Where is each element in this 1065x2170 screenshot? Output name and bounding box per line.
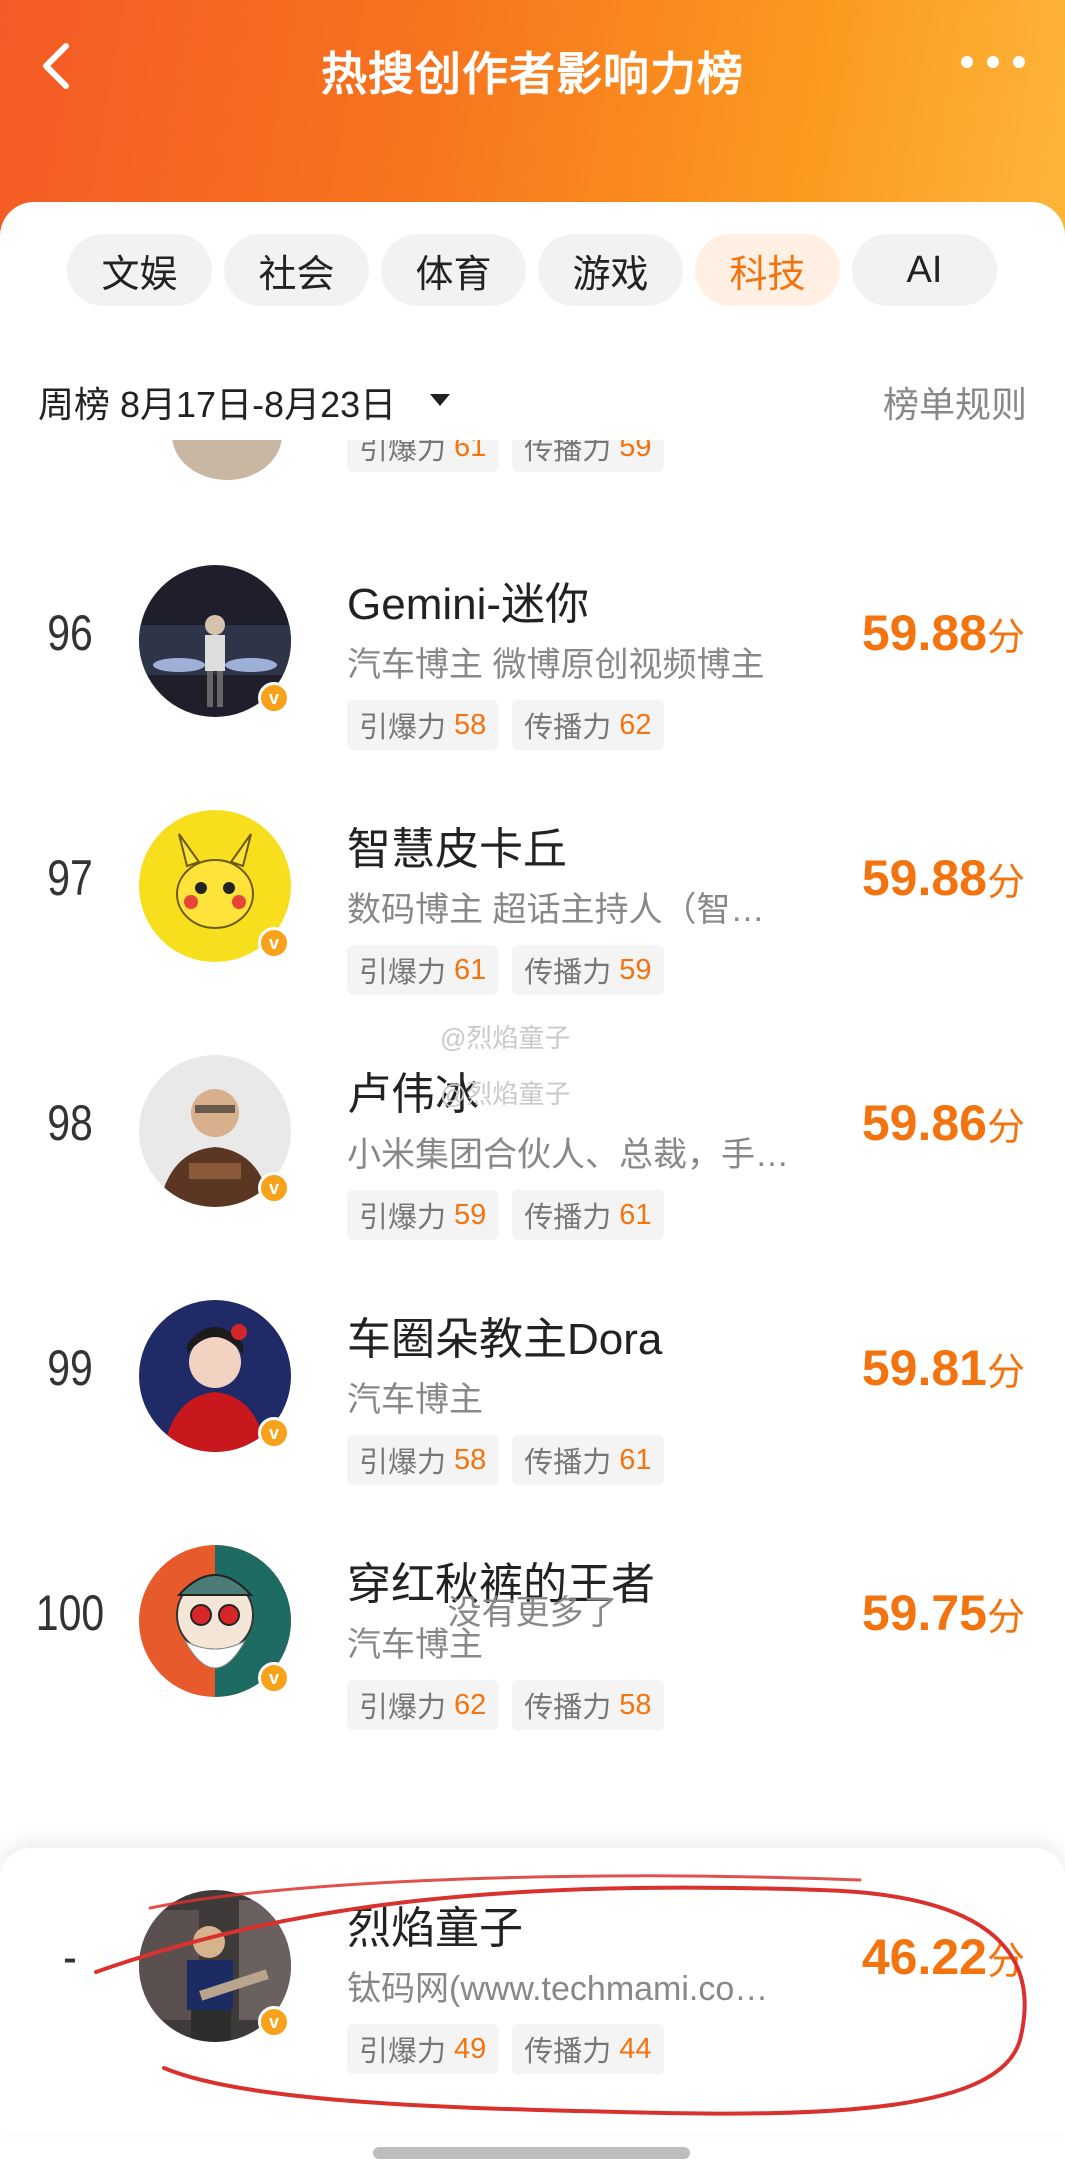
week-selector[interactable]: 周榜 8月17日-8月23日 <box>38 376 396 428</box>
creator-name: 车圈朵教主Dora <box>347 1315 663 1364</box>
spread-chip: 传播力 62 <box>512 700 664 750</box>
rules-link[interactable]: 榜单规则 <box>883 376 1027 428</box>
metric-chips: 引爆力 58 传播力 61 <box>347 1435 664 1485</box>
tab-entertainment[interactable]: 文娱 <box>67 234 212 306</box>
creator-name: 智慧皮卡丘 <box>347 825 567 874</box>
influence-score: 59.88分 <box>861 850 1025 906</box>
spread-chip: 传播力 59 <box>512 945 664 995</box>
burst-chip: 引爆力 59 <box>347 1190 499 1240</box>
verified-badge-icon: v <box>258 1172 290 1204</box>
creator-name: Gemini-迷你 <box>347 580 590 629</box>
creator-name: 烈焰童子 <box>347 1904 523 1953</box>
category-tabs: 文娱 社会 体育 游戏 科技 AI <box>67 234 997 306</box>
more-dot-icon <box>1013 56 1025 68</box>
list-item[interactable]: 96 v Gemini-迷你 汽车博主 微博原创视频博主 引爆力 58 传播力 62… <box>0 520 1065 760</box>
spread-chip: 传播力 44 <box>512 2024 664 2074</box>
spread-chip: 传播力 61 <box>512 1190 664 1240</box>
metric-chips: 引爆力 49 传播力 44 <box>347 2024 664 2074</box>
burst-chip: 引爆力 58 <box>347 1435 499 1485</box>
burst-chip: 引爆力 62 <box>347 1680 499 1730</box>
tab-sports[interactable]: 体育 <box>381 234 526 306</box>
rank-number: 99 <box>47 1340 93 1396</box>
burst-chip: 引爆力 61 <box>347 440 499 472</box>
tab-ai[interactable]: AI <box>852 234 997 306</box>
rank-number: 97 <box>47 850 93 906</box>
list-item[interactable]: 97 v 智慧皮卡丘 数码博主 超话主持人（智… 引爆力 61 传播力 59 59.… <box>0 765 1065 1005</box>
watermark: @烈焰童子 @烈焰童子 <box>440 1010 570 1122</box>
influence-score: 59.86分 <box>861 1095 1025 1151</box>
tab-games[interactable]: 游戏 <box>538 234 683 306</box>
verified-badge-icon: v <box>258 1417 290 1449</box>
home-indicator[interactable] <box>373 2147 690 2159</box>
tab-society[interactable]: 社会 <box>224 234 369 306</box>
creator-description: 数码博主 超话主持人（智… <box>347 891 765 929</box>
metric-chips: 引爆力 59 传播力 61 <box>347 1190 664 1240</box>
rank-number: 98 <box>47 1095 93 1151</box>
influence-score: 46.22分 <box>861 1929 1025 1985</box>
creator-description: 钛码网(www.techmami.co… <box>347 1970 769 2008</box>
list-item[interactable]: 99 v 车圈朵教主Dora 汽车博主 引爆力 58 传播力 61 59.81分 <box>0 1255 1065 1495</box>
metric-chips: 引爆力 58 传播力 62 <box>347 700 664 750</box>
creator-description: 汽车博主 微博原创视频博主 <box>347 646 765 684</box>
verified-badge-icon: v <box>258 1662 290 1694</box>
more-dot-icon <box>961 56 973 68</box>
spread-chip: 传播力 61 <box>512 1435 664 1485</box>
verified-badge-icon: v <box>258 927 290 959</box>
burst-chip: 引爆力 58 <box>347 700 499 750</box>
creator-description: 小米集团合伙人、总裁，手… <box>347 1136 789 1174</box>
burst-chip: 引爆力 49 <box>347 2024 499 2074</box>
week-filter-row: 周榜 8月17日-8月23日 榜单规则 <box>38 372 1027 432</box>
partial-chips: 引爆力 61 传播力 59 <box>347 440 664 472</box>
caret-down-icon[interactable] <box>430 394 450 406</box>
watermark-line: @烈焰童子 <box>440 1023 571 1053</box>
verified-badge-icon: v <box>258 2006 290 2038</box>
creator-description: 汽车博主 <box>347 1381 483 1419</box>
more-dot-icon <box>987 56 999 68</box>
verified-badge-icon: v <box>258 682 290 714</box>
spread-chip: 传播力 58 <box>512 1680 664 1730</box>
partial-row: 引爆力 61 传播力 59 <box>0 440 1065 490</box>
avatar <box>172 440 282 480</box>
influence-score: 59.88分 <box>861 605 1025 661</box>
my-ranking-card[interactable]: - v 烈焰童子 钛码网(www.techmami.co… 引爆力 49 传播力 4… <box>0 1848 1065 2133</box>
metric-chips: 引爆力 62 传播力 58 <box>347 1680 664 1730</box>
tab-tech[interactable]: 科技 <box>695 234 840 306</box>
more-options-button[interactable] <box>961 56 1025 68</box>
my-ranking-row[interactable]: - v 烈焰童子 钛码网(www.techmami.co… 引爆力 49 传播力 4… <box>0 1848 1065 2088</box>
burst-chip: 引爆力 61 <box>347 945 499 995</box>
end-of-list-text: 没有更多了 <box>447 1594 618 1632</box>
page-title: 热搜创作者影响力榜 <box>321 48 744 100</box>
watermark-line: @烈焰童子 <box>440 1079 571 1109</box>
rank-number: 96 <box>47 605 93 661</box>
spread-chip: 传播力 59 <box>512 440 664 472</box>
metric-chips: 引爆力 61 传播力 59 <box>347 945 664 995</box>
rank-number: - <box>63 1929 77 1985</box>
influence-score: 59.81分 <box>861 1340 1025 1396</box>
